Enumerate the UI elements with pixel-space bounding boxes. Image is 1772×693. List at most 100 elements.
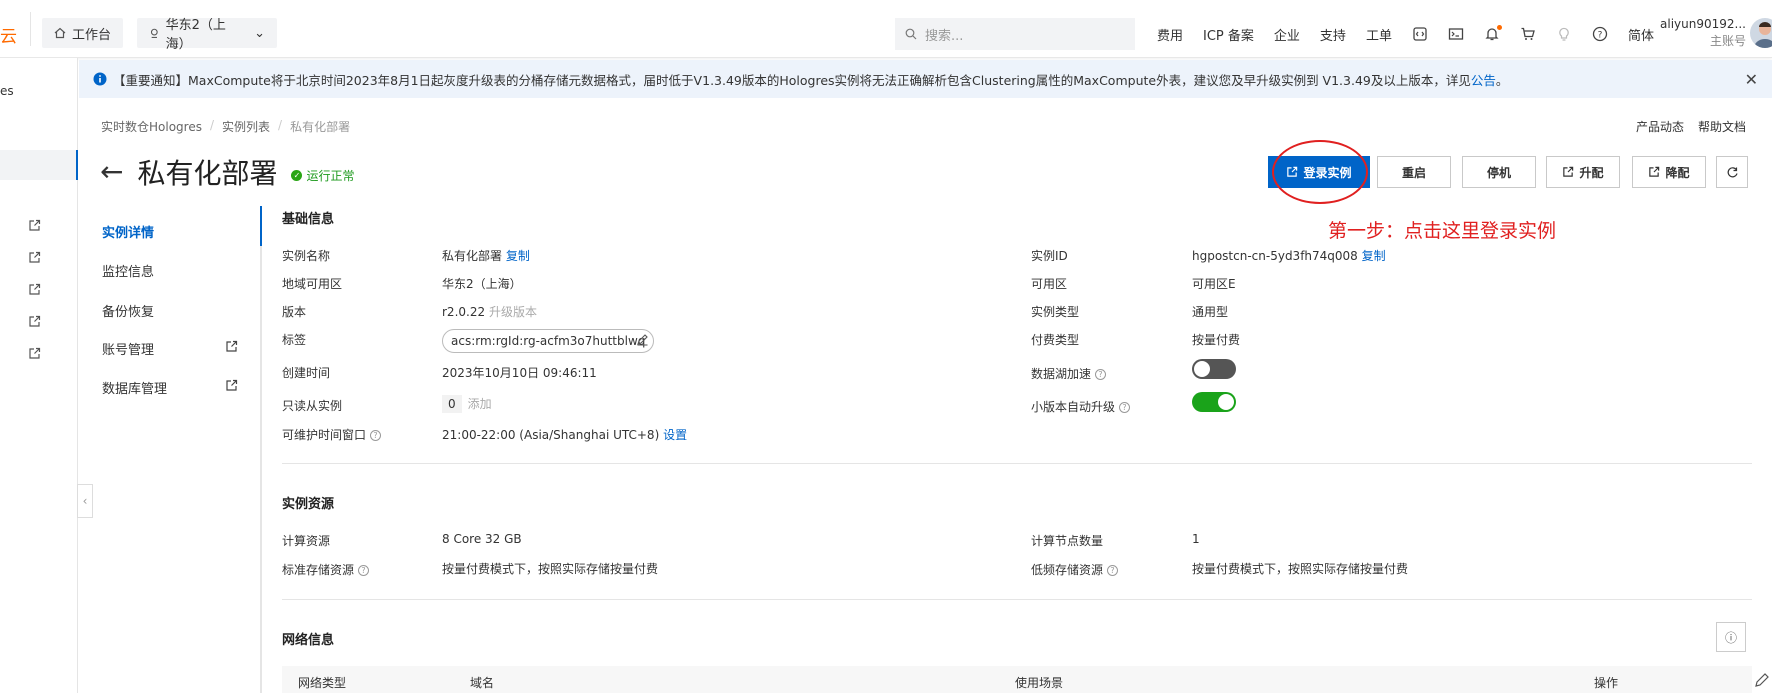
edit-float-icon[interactable] xyxy=(1754,672,1770,691)
lightbulb-icon[interactable] xyxy=(1556,26,1572,42)
upgrade-button[interactable]: 升配 xyxy=(1546,156,1620,188)
maintenance-set-link[interactable]: 设置 xyxy=(663,428,687,442)
help-icon[interactable]: ? xyxy=(358,565,370,576)
downgrade-button[interactable]: 降配 xyxy=(1632,156,1706,188)
help-icon[interactable]: ? xyxy=(1107,565,1119,576)
column-network-type: 网络类型 xyxy=(298,676,347,690)
notice-banner: 【重要通知】MaxCompute将于北京时间2023年8月1日起灰度升级表的分桶… xyxy=(79,60,1772,98)
annotation-text: 第一步：点击这里登录实例 xyxy=(1328,220,1557,242)
label-version: 版本 xyxy=(282,305,307,319)
breadcrumb-instance-list[interactable]: 实例列表 xyxy=(222,118,270,135)
instance-id-value: hgpostcn-cn-5yd3fh74q008 复制 xyxy=(1192,247,1386,264)
label-instance-type: 实例类型 xyxy=(1031,305,1080,319)
help-circle-icon[interactable]: ? xyxy=(1592,26,1608,42)
user-account[interactable]: aliyun90192... 主账号 xyxy=(1660,16,1746,50)
external-link-icon[interactable] xyxy=(28,219,41,235)
label-auto-minor-upgrade: 小版本自动升级? xyxy=(1031,398,1131,415)
tab-databases[interactable]: 数据库管理 xyxy=(102,378,167,397)
maintenance-window-value: 21:00-22:00 (Asia/Shanghai UTC+8) 设置 xyxy=(442,426,687,443)
notification-dot xyxy=(1496,25,1502,30)
sidebar-item-selected[interactable] xyxy=(0,150,78,180)
copy-id-link[interactable]: 复制 xyxy=(1362,249,1386,263)
toggle-knob xyxy=(1218,394,1234,410)
help-docs-link[interactable]: 帮助文档 xyxy=(1698,118,1746,135)
back-arrow-icon[interactable]: ← xyxy=(100,158,123,186)
tab-backup[interactable]: 备份恢复 xyxy=(102,301,154,320)
aliyun-logo[interactable]: 云 xyxy=(0,22,17,47)
code-icon[interactable] xyxy=(1412,26,1428,42)
upgrade-version-link[interactable]: 升级版本 xyxy=(489,305,537,319)
tab-instance-details[interactable]: 实例详情 xyxy=(102,222,154,241)
label-read-replica: 只读从实例 xyxy=(282,399,343,413)
tab-indicator-track xyxy=(260,206,262,693)
page-links: 产品动态 帮助文档 xyxy=(1636,118,1746,135)
lake-acceleration-toggle[interactable] xyxy=(1192,359,1236,379)
product-news-link[interactable]: 产品动态 xyxy=(1636,118,1684,135)
external-link-icon[interactable] xyxy=(225,340,238,356)
compute-value: 8 Core 32 GB xyxy=(442,532,522,546)
avatar[interactable] xyxy=(1750,18,1772,48)
read-replica-count: 0 xyxy=(442,395,462,413)
notice-link[interactable]: 公告 xyxy=(1471,70,1496,89)
maintenance-text: 21:00-22:00 (Asia/Shanghai UTC+8) xyxy=(442,428,660,442)
tab-accounts[interactable]: 账号管理 xyxy=(102,339,154,358)
sidebar-collapse-toggle[interactable]: ‹ xyxy=(77,484,93,518)
refresh-icon xyxy=(1727,166,1738,177)
upgrade-label: 升配 xyxy=(1579,165,1604,180)
help-circle-icon: ⓘ xyxy=(1724,630,1737,645)
help-icon[interactable]: ? xyxy=(1095,369,1107,380)
check-circle-icon: ✓ xyxy=(291,169,303,181)
restart-button[interactable]: 重启 xyxy=(1377,156,1451,188)
region-selector[interactable]: 华东2（上海） ⌄ xyxy=(137,18,277,52)
label-create-time: 创建时间 xyxy=(282,366,331,380)
notification-bell[interactable] xyxy=(1484,25,1502,42)
help-icon[interactable]: ? xyxy=(370,430,382,441)
highlight-circle xyxy=(1272,140,1368,204)
network-help-button[interactable]: ⓘ xyxy=(1716,622,1746,652)
downgrade-label: 降配 xyxy=(1665,165,1690,180)
search-input[interactable]: 搜索... xyxy=(895,18,1135,50)
nav-ticket[interactable]: 工单 xyxy=(1366,25,1392,44)
notice-end: 。 xyxy=(1495,72,1509,88)
nav-fees[interactable]: 费用 xyxy=(1157,25,1183,44)
nav-icp[interactable]: ICP 备案 xyxy=(1203,25,1254,44)
auto-minor-upgrade-toggle[interactable] xyxy=(1192,392,1236,412)
add-replica-link[interactable]: 添加 xyxy=(468,397,492,411)
language-switch[interactable]: 简体 xyxy=(1628,25,1654,44)
copy-name-link[interactable]: 复制 xyxy=(506,249,530,263)
chevron-left-icon: ‹ xyxy=(82,494,88,508)
read-replica-value: 0 添加 xyxy=(442,395,492,413)
terminal-icon[interactable] xyxy=(1448,26,1464,42)
restart-label: 重启 xyxy=(1401,165,1426,180)
tab-active-indicator xyxy=(260,206,262,246)
close-icon[interactable]: ✕ xyxy=(1745,70,1758,89)
external-link-icon[interactable] xyxy=(28,251,41,267)
chevron-down-icon: ⌄ xyxy=(254,25,265,41)
workbench-label: 工作台 xyxy=(72,27,112,43)
lake-acceleration-text: 数据湖加速 xyxy=(1031,367,1092,381)
external-link-icon[interactable] xyxy=(225,379,238,395)
workbench-button[interactable]: 工作台 xyxy=(42,18,124,48)
help-icon[interactable]: ? xyxy=(1119,402,1131,413)
breadcrumb-separator: / xyxy=(278,118,283,132)
external-link-icon[interactable] xyxy=(28,283,41,299)
region-zone-value: 华东2（上海） xyxy=(442,277,522,291)
notice-text: 【重要通知】MaxCompute将于北京时间2023年8月1日起灰度升级表的分桶… xyxy=(113,72,1471,88)
refresh-button[interactable] xyxy=(1716,156,1748,188)
column-actions: 操作 xyxy=(1594,676,1619,690)
auto-upgrade-text: 小版本自动升级 xyxy=(1031,400,1116,414)
external-link-icon[interactable] xyxy=(28,315,41,331)
breadcrumb-hologres[interactable]: 实时数仓Hologres xyxy=(101,118,202,135)
create-time-value: 2023年10月10日 09:46:11 xyxy=(442,366,597,380)
region-label: 华东2（上海） xyxy=(165,18,226,52)
nav-enterprise[interactable]: 企业 xyxy=(1274,25,1300,44)
section-divider xyxy=(282,463,1752,464)
external-link-icon[interactable] xyxy=(28,347,41,363)
std-storage-text: 标准存储资源 xyxy=(282,563,355,577)
tab-monitoring[interactable]: 监控信息 xyxy=(102,261,154,280)
nav-support[interactable]: 支持 xyxy=(1320,25,1346,44)
stop-button[interactable]: 停机 xyxy=(1462,156,1536,188)
cart-icon[interactable] xyxy=(1520,26,1536,42)
edit-icon[interactable] xyxy=(636,333,649,349)
label-lake-acceleration: 数据湖加速? xyxy=(1031,365,1107,382)
